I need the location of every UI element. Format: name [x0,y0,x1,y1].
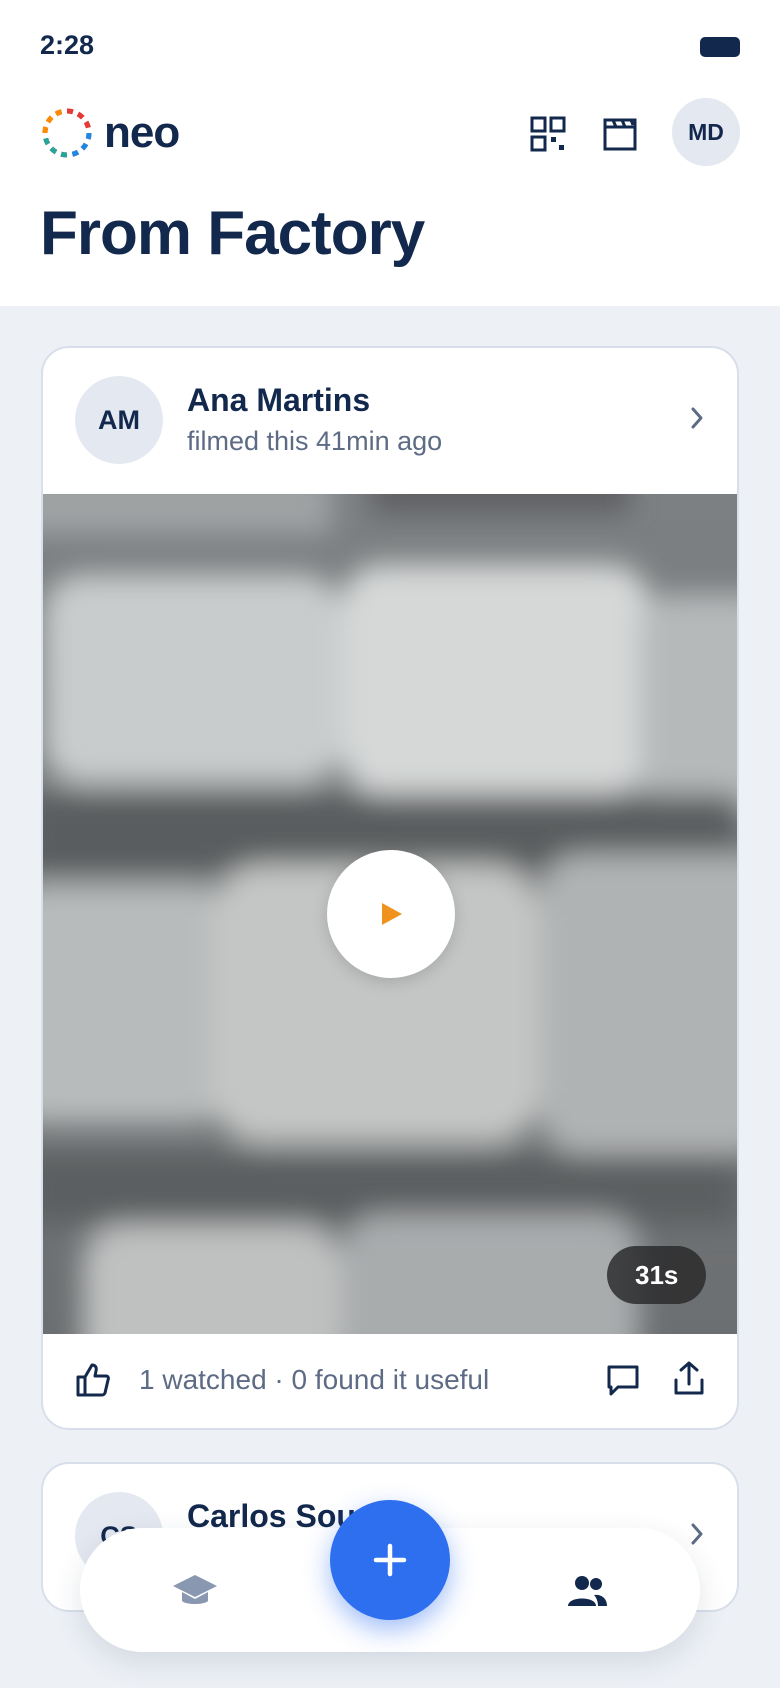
chevron-right-icon [683,404,711,432]
play-button[interactable] [327,850,455,978]
comment-icon[interactable] [603,1360,643,1400]
video-feed: AM Ana Martins filmed this 41min ago 31s… [0,306,780,1688]
graduation-cap-icon[interactable] [170,1566,220,1616]
clapperboard-icon[interactable] [596,110,644,158]
plus-icon [373,1543,407,1577]
chevron-right-icon [683,1520,711,1548]
app-logo[interactable]: neo [40,104,180,162]
video-card: AM Ana Martins filmed this 41min ago 31s… [41,346,739,1430]
duration-badge: 31s [607,1246,707,1304]
battery-icon [700,37,740,57]
logo-text: neo [104,108,180,157]
page-title: From Factory [40,199,425,268]
status-time: 2:28 [40,30,95,60]
add-button[interactable] [330,1500,450,1620]
post-meta: filmed this 41min ago [187,426,443,456]
author-name: Ana Martins [187,382,371,418]
qr-code-icon[interactable] [524,110,572,158]
logo-ring-icon [42,108,92,158]
people-icon[interactable] [562,1566,612,1616]
card-header[interactable]: AM Ana Martins filmed this 41min ago [43,348,737,494]
user-avatar[interactable]: MD [672,98,740,166]
view-stats: 1 watched · 0 found it useful [139,1364,490,1395]
author-avatar: AM [75,376,163,464]
card-footer: 1 watched · 0 found it useful [43,1334,737,1428]
video-thumbnail[interactable]: 31s [43,494,737,1334]
app-header: neo MD From Factory [0,90,780,306]
thumbs-up-icon[interactable] [73,1360,113,1400]
play-icon [382,903,402,925]
status-bar: 2:28 [0,0,780,90]
share-icon[interactable] [669,1358,709,1398]
